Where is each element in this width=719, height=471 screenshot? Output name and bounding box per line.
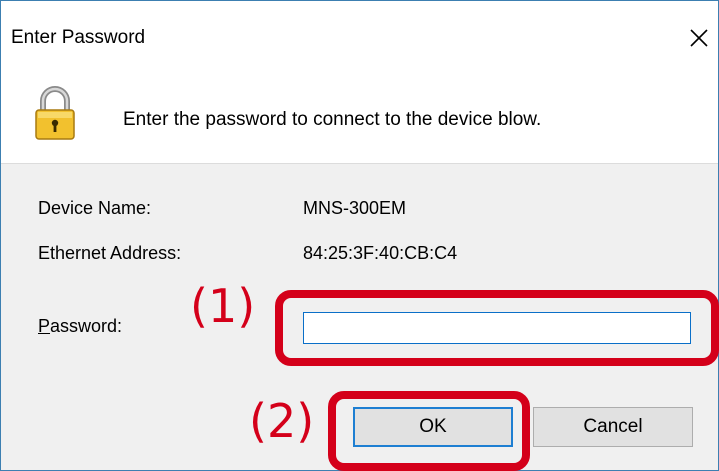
password-dialog: Enter Password Enter the password to con…	[0, 0, 719, 471]
device-name-value: MNS-300EM	[303, 198, 407, 218]
dialog-title: Enter Password	[11, 27, 146, 48]
annotation-marker-1: (1)	[190, 279, 256, 333]
device-name-label: Device Name:	[38, 198, 152, 218]
title-bar: Enter Password	[1, 1, 718, 77]
password-label: Password:	[38, 316, 122, 337]
password-label-rest: assword:	[50, 316, 123, 336]
close-icon	[690, 29, 708, 47]
password-label-mnemonic: P	[38, 316, 51, 336]
header-message: Enter the password to connect to the dev…	[123, 109, 542, 130]
ethernet-address-label: Ethernet Address:	[38, 243, 182, 263]
lock-icon	[35, 86, 75, 140]
annotation-marker-2: (2)	[249, 394, 315, 448]
annotation-box-ok	[328, 391, 530, 471]
ethernet-address-value: 84:25:3F:40:CB:C4	[303, 243, 458, 263]
annotation-box-password	[275, 290, 719, 366]
close-button[interactable]	[682, 21, 716, 55]
cancel-button[interactable]: Cancel	[533, 407, 693, 447]
